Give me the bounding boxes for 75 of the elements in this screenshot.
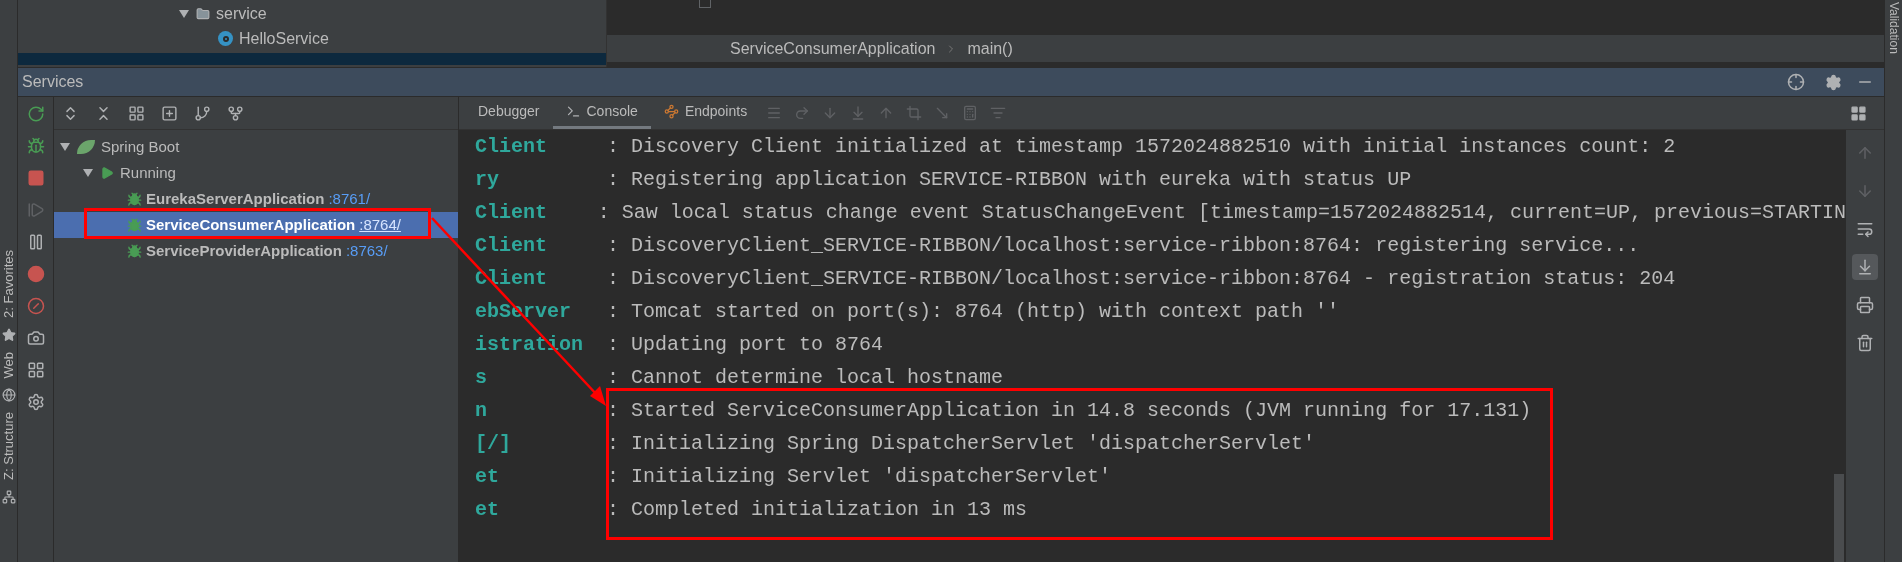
tool-window-title: Services xyxy=(22,72,84,92)
tool-window-tab[interactable]: Z: Structure xyxy=(0,412,19,481)
tree-icon[interactable] xyxy=(194,104,211,122)
log-source: ry xyxy=(475,167,500,193)
tree-item[interactable]: Running xyxy=(120,161,176,185)
settings-icon[interactable] xyxy=(1825,73,1842,91)
endpoints-icon xyxy=(663,104,679,119)
log-message: : DiscoveryClient_SERVICE-RIBBON/localhost:service-ribbon:8764: registering service... xyxy=(607,233,1640,259)
breadcrumb[interactable]: ServiceConsumerApplication xyxy=(730,36,936,61)
bug-icon xyxy=(127,217,142,233)
structure-icon xyxy=(1,490,16,505)
scroll-to-end-icon[interactable] xyxy=(1852,254,1878,280)
layout-icon[interactable] xyxy=(1850,104,1867,122)
log-message: : Cannot determine local hostname xyxy=(607,365,1004,391)
log-message: : Tomcat started on port(s): 8764 (http) with context path '' xyxy=(607,299,1340,325)
log-source: et xyxy=(475,497,500,523)
log-source: s xyxy=(475,365,488,391)
log-message: : Registering application SERVICE-RIBBON with eureka with status UP xyxy=(607,167,1412,193)
caret-icon[interactable] xyxy=(82,168,94,178)
log-message: : Discovery Client initialized at timestamp 1572024882510 with initial instances count: 2 xyxy=(607,134,1676,160)
stop-icon[interactable] xyxy=(26,169,45,187)
tool-window-tab[interactable]: 2: Favorites xyxy=(0,250,19,318)
mute-breakpoints-icon[interactable] xyxy=(26,297,45,315)
rerun-icon[interactable] xyxy=(26,105,45,123)
breadcrumb[interactable]: main() xyxy=(967,36,1013,61)
tree-item[interactable]: Spring Boot xyxy=(101,135,180,159)
service-name: EurekaServerApplication xyxy=(146,188,325,209)
tree-item[interactable]: service xyxy=(216,2,267,26)
bug-icon xyxy=(127,243,142,259)
tree-item[interactable]: HelloService xyxy=(239,26,329,51)
service-row[interactable]: EurekaServerApplication :8761/ xyxy=(54,186,458,212)
camera-icon[interactable] xyxy=(26,329,45,347)
log-message: : Started ServiceConsumerApplication in 14.8 seconds (JVM running for 17.131) xyxy=(607,398,1532,424)
caret-icon[interactable] xyxy=(59,142,71,152)
service-name: ServiceProviderApplication xyxy=(146,240,342,261)
caret-icon[interactable] xyxy=(178,9,190,19)
log-source: Client xyxy=(475,134,548,160)
spring-leaf-icon xyxy=(77,140,95,154)
tab[interactable]: Debugger xyxy=(465,97,553,129)
service-name: ServiceConsumerApplication xyxy=(146,214,356,235)
class-icon xyxy=(218,31,233,46)
port-link[interactable]: :8764/ xyxy=(359,213,401,237)
terminal-icon xyxy=(565,104,581,119)
bug-icon xyxy=(127,191,142,207)
service-row[interactable]: ServiceConsumerApplication :8764/ xyxy=(54,212,458,238)
scrollbar[interactable] xyxy=(1834,474,1844,562)
log-message: : Initializing Servlet 'dispatcherServlet' xyxy=(607,464,1112,490)
folder-icon xyxy=(196,7,210,21)
tab[interactable]: Endpoints xyxy=(650,97,761,129)
settings-icon[interactable] xyxy=(26,393,45,411)
add-service-icon[interactable] xyxy=(161,104,178,122)
log-message: : Updating port to 8764 xyxy=(607,332,884,358)
star-icon xyxy=(1,327,16,342)
globe-icon xyxy=(1,388,16,403)
run-icon xyxy=(100,166,114,180)
log-source: [/] xyxy=(475,431,512,457)
fork-icon[interactable] xyxy=(227,104,244,122)
debug-icon[interactable] xyxy=(26,137,45,155)
log-message: : DiscoveryClient_SERVICE-RIBBON/localhost:service-ribbon:8764 - registration status: 204 xyxy=(607,266,1676,292)
group-icon[interactable] xyxy=(128,104,145,122)
tool-window-tab[interactable]: Web xyxy=(0,351,19,379)
port-link[interactable]: :8761/ xyxy=(328,187,371,211)
breakpoints-icon[interactable] xyxy=(26,265,45,283)
tool-window-tab[interactable]: Validation xyxy=(1886,2,1901,54)
layout-icon[interactable] xyxy=(26,361,45,379)
locate-icon[interactable] xyxy=(1787,73,1805,91)
log-source: Client xyxy=(475,200,548,226)
log-source: et xyxy=(475,464,500,490)
port-link[interactable]: :8763/ xyxy=(345,239,388,263)
log-source: Client xyxy=(475,233,548,259)
log-message: : Initializing Spring DispatcherServlet 'dispatcherServlet' xyxy=(607,431,1316,457)
service-row[interactable]: ServiceProviderApplication :8763/ xyxy=(54,238,458,264)
log-message: : Completed initialization in 13 ms xyxy=(607,497,1028,523)
log-source: n xyxy=(475,398,488,424)
log-message: : Saw local status change event StatusChangeEvent [timestamp=1572024882514, current=UP, previous=STARTIN xyxy=(597,200,1846,226)
